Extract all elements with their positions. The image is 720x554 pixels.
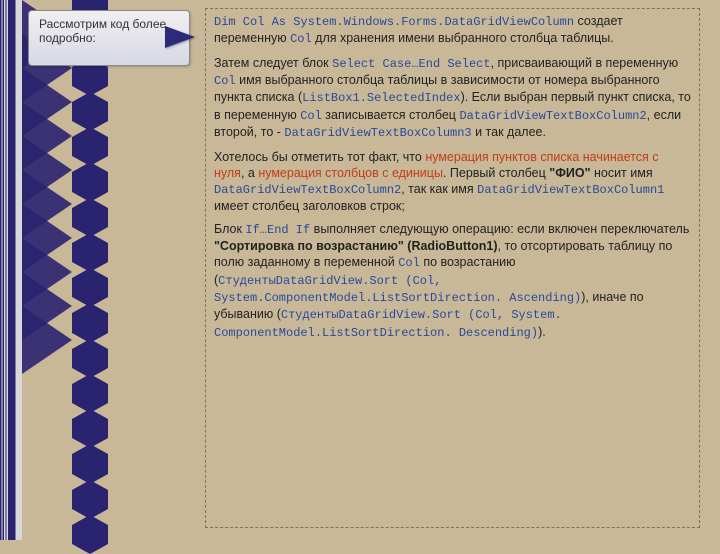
text: ).	[538, 325, 546, 339]
code: Col	[300, 109, 322, 123]
text: записывается столбец	[322, 108, 460, 122]
text: и так далее.	[472, 125, 546, 139]
content-box: Dim Col As System.Windows.Forms.DataGrid…	[205, 8, 700, 528]
bold: "Сортировка по возрастанию" (RadioButton…	[214, 239, 498, 253]
highlight: нумерация столбцов с единицы	[258, 166, 443, 180]
code: Dim Col As System.Windows.Forms.DataGrid…	[214, 15, 574, 29]
bold: "ФИО"	[549, 166, 590, 180]
paragraph-4: Блок If…End If выполняет следующую опера…	[214, 221, 691, 341]
code: Col	[398, 256, 420, 270]
code: DataGridViewTextBoxColumn2	[459, 109, 646, 123]
left-decorative-band	[0, 0, 22, 540]
callout-text: Рассмотрим код более подробно:	[39, 17, 166, 45]
hex-column	[72, 0, 112, 550]
arrow-icon	[165, 26, 195, 48]
text: , так как имя	[401, 182, 477, 196]
code: СтудентыDataGridView.Sort (Col, System.C…	[214, 274, 581, 305]
text: , присваивающий в переменную	[491, 56, 679, 70]
code: Col	[214, 74, 236, 88]
text: Хотелось бы отметить тот факт, что	[214, 150, 425, 164]
text: для хранения имени выбранного столбца та…	[312, 31, 614, 45]
code: Col	[290, 32, 312, 46]
text: носит имя	[591, 166, 653, 180]
text: Блок	[214, 222, 245, 236]
paragraph-3: Хотелось бы отметить тот факт, что нумер…	[214, 149, 691, 214]
paragraph-2: Затем следует блок Select Case…End Selec…	[214, 55, 691, 142]
side-triangles	[22, 0, 72, 540]
code: If…End If	[245, 223, 310, 237]
text: имеет столбец заголовков строк;	[214, 199, 405, 213]
code: DataGridViewTextBoxColumn1	[477, 183, 664, 197]
text: выполняет следующую операцию: если включ…	[310, 222, 689, 236]
code: DataGridViewTextBoxColumn3	[284, 126, 471, 140]
text: . Первый столбец	[443, 166, 549, 180]
code: ListBox1.SelectedIndex	[302, 91, 460, 105]
code: Select Case…End Select	[332, 57, 490, 71]
text: Затем следует блок	[214, 56, 332, 70]
code: DataGridViewTextBoxColumn2	[214, 183, 401, 197]
paragraph-1: Dim Col As System.Windows.Forms.DataGrid…	[214, 13, 691, 48]
text: , а	[241, 166, 258, 180]
